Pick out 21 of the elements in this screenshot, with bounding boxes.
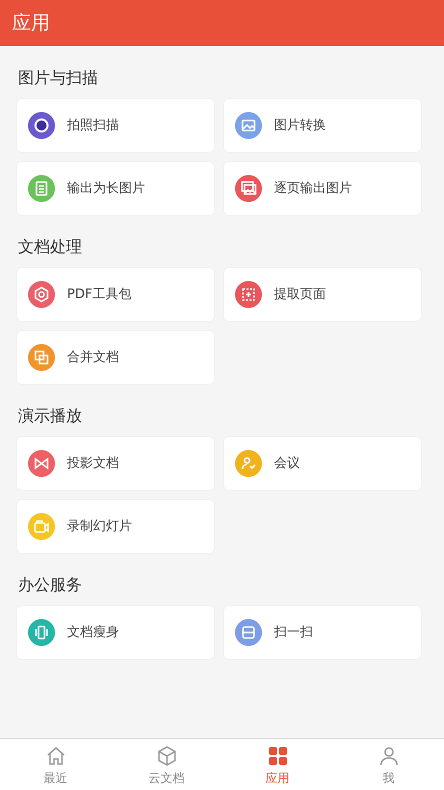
tab[interactable]: 最近 — [0, 739, 111, 790]
tool-card[interactable]: 合并文档 — [17, 331, 214, 384]
tab[interactable]: 云文档 — [111, 739, 222, 790]
tab[interactable]: 我 — [333, 739, 444, 790]
section-title: 演示播放 — [18, 405, 83, 427]
tool-card[interactable]: 录制幻灯片 — [17, 500, 214, 553]
page-title: 应用 — [12, 10, 50, 36]
tab[interactable]: 应用 — [222, 739, 333, 790]
tool-card[interactable]: 逐页输出图片 — [224, 162, 421, 215]
tool-card[interactable]: 拍照扫描 — [17, 99, 214, 152]
section-title: 文档处理 — [18, 236, 83, 258]
tool-card[interactable]: 文档瘦身 — [17, 606, 214, 659]
tool-card[interactable]: PDF工具包 — [17, 268, 214, 321]
section-title: 办公服务 — [18, 574, 83, 596]
tool-card[interactable]: 投影文档 — [17, 437, 214, 490]
tool-card[interactable]: 输出为长图片 — [17, 162, 214, 215]
tool-card[interactable]: 提取页面 — [224, 268, 421, 321]
tool-card[interactable]: 图片转换 — [224, 99, 421, 152]
tool-card[interactable]: 会议 — [224, 437, 421, 490]
tool-card[interactable]: 扫一扫 — [224, 606, 421, 659]
section-title: 图片与扫描 — [18, 67, 99, 89]
